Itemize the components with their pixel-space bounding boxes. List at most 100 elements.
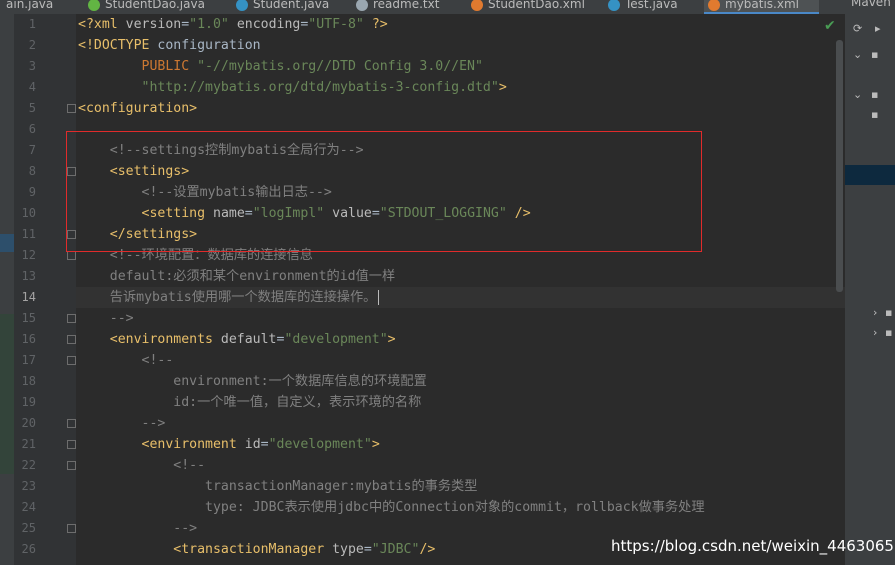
code-line[interactable]: environment:一个数据库信息的环境配置	[78, 371, 427, 392]
line-number: 23	[21, 479, 36, 493]
code-line[interactable]: <environment id="development">	[78, 434, 380, 455]
code-token: configuration	[157, 38, 261, 53]
line-number: 1	[28, 17, 36, 31]
lifecycle-icon[interactable]: ▪	[871, 88, 878, 101]
line-number: 14	[21, 290, 36, 304]
reimport-icon[interactable]: ▸	[875, 22, 881, 35]
fold-marker-icon[interactable]	[67, 356, 76, 365]
code-line[interactable]: "http://mybatis.org/dtd/mybatis-3-config…	[78, 77, 507, 98]
code-line[interactable]: transactionManager:mybatis的事务类型	[78, 476, 477, 497]
fold-marker-icon[interactable]	[67, 419, 76, 428]
line-number: 15	[21, 311, 36, 325]
line-number: 13	[21, 269, 36, 283]
tab-label: StudentDao.java	[105, 0, 205, 11]
code-line[interactable]: -->	[78, 308, 134, 329]
tab-label: Test.java	[625, 0, 678, 11]
line-number: 19	[21, 395, 36, 409]
code-line[interactable]: <environments default="development">	[78, 329, 396, 350]
code-line[interactable]: <!--	[78, 350, 174, 371]
code-token: 告诉mybatis使用哪一个数据库的连接操作。	[109, 290, 377, 305]
refresh-icon[interactable]: ⟳	[853, 22, 862, 35]
code-token: >	[498, 80, 507, 95]
line-number: 17	[21, 353, 36, 367]
code-line[interactable]: -->	[78, 518, 197, 539]
code-line[interactable]: <?xml version="1.0" encoding="UTF-8" ?>	[78, 14, 388, 35]
code-line[interactable]: 告诉mybatis使用哪一个数据库的连接操作。	[78, 287, 380, 308]
maven-tree-selection[interactable]	[845, 165, 895, 185]
line-number: 7	[28, 143, 36, 157]
line-number-gutter: 1 2 3 4 5 6 7 8 9 10 11 12 13 14 15 16 17 18 19 20 21 22 23 24 2…	[14, 14, 76, 565]
chevron-down-icon[interactable]: ⌄	[853, 48, 862, 61]
fold-marker-icon[interactable]	[67, 461, 76, 470]
fold-marker-icon[interactable]	[67, 314, 76, 323]
chevron-down-icon[interactable]: ⌄	[853, 88, 862, 101]
code-line[interactable]: <configuration>	[78, 98, 197, 119]
tab-studentdao-java[interactable]: StudentDao.java	[84, 0, 214, 14]
project-tree-vcs-highlight	[0, 314, 14, 474]
code-token: "1.0"	[189, 17, 229, 32]
line-number: 2	[28, 38, 36, 52]
code-editor[interactable]: <?xml version="1.0" encoding="UTF-8" ?> <…	[76, 14, 845, 565]
code-line[interactable]: -->	[78, 413, 166, 434]
maven-panel-title[interactable]: Maven	[851, 0, 891, 9]
maven-project-icon[interactable]: ▪	[871, 48, 878, 61]
fold-marker-icon[interactable]	[67, 104, 76, 113]
folder-icon[interactable]: ▪	[885, 326, 892, 339]
xml-file-icon	[471, 0, 483, 11]
code-token: />	[419, 542, 436, 557]
line-number: 8	[28, 164, 36, 178]
chevron-right-icon[interactable]: ›	[873, 306, 877, 319]
watermark-text: https://blog.csdn.net/weixin_44630656	[611, 537, 895, 555]
tab-readme-txt[interactable]: readme.txt	[352, 0, 457, 14]
code-token: <environments	[109, 332, 221, 347]
tab-studentdao-xml[interactable]: StudentDao.xml	[467, 0, 592, 14]
code-token: <!--	[141, 353, 174, 368]
chevron-right-icon[interactable]: ›	[873, 326, 877, 339]
line-number: 3	[28, 59, 36, 73]
code-token: "UTF-8"	[308, 17, 364, 32]
code-token: -->	[141, 416, 166, 431]
code-token: =	[363, 542, 372, 557]
code-token: environment:一个数据库信息的环境配置	[173, 374, 427, 389]
xml-file-icon	[708, 0, 720, 11]
fold-marker-icon[interactable]	[67, 524, 76, 533]
code-token: -->	[109, 311, 134, 326]
fold-marker-icon[interactable]	[67, 335, 76, 344]
code-token: <configuration>	[78, 101, 198, 116]
code-token: <?xml	[78, 17, 126, 32]
code-line[interactable]: <!DOCTYPE configuration	[78, 35, 261, 56]
tab-student-java[interactable]: Student.java	[232, 0, 342, 14]
code-line[interactable]: id:一个唯一值，自定义，表示环境的名称	[78, 392, 421, 413]
code-token: default	[220, 332, 277, 347]
code-token: ?>	[363, 17, 388, 32]
line-number: 5	[28, 101, 36, 115]
code-line[interactable]: default:必须和某个environment的id值一样	[78, 266, 395, 287]
code-line[interactable]: type: JDBC表示使用jdbc中的Connection对象的commit，…	[78, 497, 705, 518]
line-number: 9	[28, 185, 36, 199]
no-errors-check-icon[interactable]: ✔	[824, 18, 836, 34]
folder-icon[interactable]: ▪	[885, 306, 892, 319]
text-caret	[378, 289, 380, 305]
code-token: id	[244, 437, 261, 452]
code-token: "-//mybatis.org//DTD Config 3.0//EN"	[197, 59, 483, 74]
code-line[interactable]: <!--	[78, 455, 205, 476]
code-token: =	[181, 17, 190, 32]
plugin-icon[interactable]: ▪	[871, 108, 878, 121]
line-number: 10	[21, 206, 36, 220]
code-line[interactable]: <transactionManager type="JDBC"/>	[78, 539, 435, 560]
project-tree-selection	[0, 234, 14, 252]
line-number: 11	[21, 227, 36, 241]
tab-mybatis-xml[interactable]: mybatis.xml	[704, 0, 819, 14]
tab-test-java[interactable]: Test.java	[604, 0, 694, 14]
fold-marker-icon[interactable]	[67, 251, 76, 260]
code-line[interactable]: PUBLIC "-//mybatis.org//DTD Config 3.0//…	[78, 56, 483, 77]
tab-label: ain.java	[6, 0, 54, 11]
code-token: "JDBC"	[371, 542, 420, 557]
tab-ain-java[interactable]: ain.java	[2, 0, 72, 14]
editor-scrollbar[interactable]	[836, 40, 843, 292]
fold-marker-icon[interactable]	[67, 440, 76, 449]
